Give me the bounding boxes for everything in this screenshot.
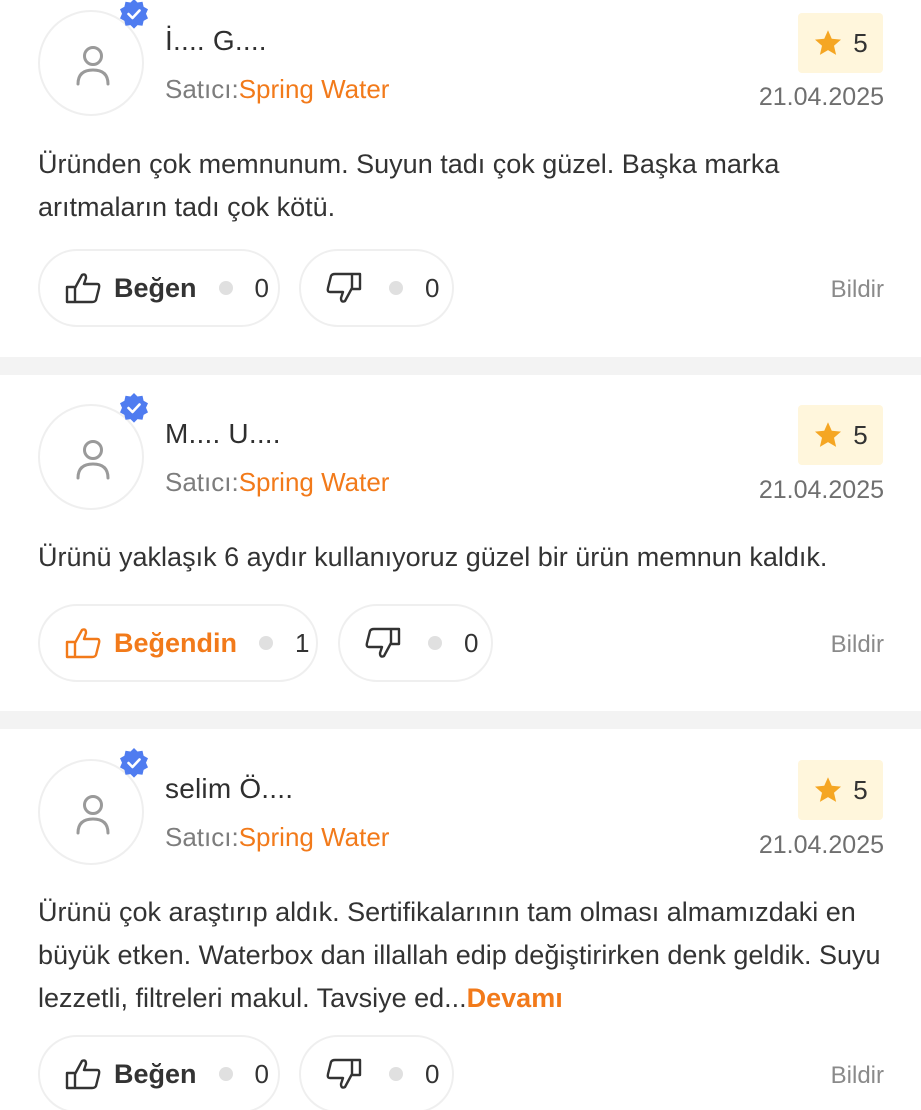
like-count: 1 xyxy=(295,627,310,658)
avatar xyxy=(38,0,148,116)
report-link[interactable]: Bildir xyxy=(831,1062,884,1090)
separator-dot xyxy=(389,281,403,295)
person-icon xyxy=(76,46,110,86)
dislike-button[interactable]: 0 xyxy=(299,1035,454,1110)
report-link[interactable]: Bildir xyxy=(831,631,884,659)
seller-name-link[interactable]: Spring Water xyxy=(239,74,390,104)
review-comment: Ürünü çok araştırıp aldık. Sertifikaları… xyxy=(38,891,888,1020)
person-icon xyxy=(76,440,110,480)
dislike-button[interactable]: 0 xyxy=(299,249,454,327)
username: İ.... G.... xyxy=(165,25,267,56)
seller-info: Satıcı:Spring Water xyxy=(165,822,389,853)
seller-name-link[interactable]: Spring Water xyxy=(239,822,390,852)
seller-prefix: Satıcı: xyxy=(165,822,239,852)
avatar xyxy=(38,393,148,510)
thumbs-up-icon xyxy=(65,273,101,304)
verified-badge-icon xyxy=(120,748,148,778)
rating-value: 5 xyxy=(853,774,868,805)
dislike-count: 0 xyxy=(425,1058,440,1089)
person-icon xyxy=(76,795,110,835)
like-button[interactable]: Beğendin 1 xyxy=(38,604,318,682)
seller-info: Satıcı:Spring Water xyxy=(165,74,389,105)
verified-badge-icon xyxy=(120,393,148,423)
seller-prefix: Satıcı: xyxy=(165,467,239,497)
thumbs-down-icon xyxy=(326,1058,362,1089)
separator-dot xyxy=(389,1067,403,1081)
separator-dot xyxy=(428,636,442,650)
section-divider xyxy=(0,711,921,729)
review-card: selim Ö.... Satıcı:Spring Water 5 21.04.… xyxy=(0,729,921,1110)
comment-text: Ürünü yaklaşık 6 aydır kullanıyoruz güze… xyxy=(38,542,828,572)
comment-text: Üründen çok memnunum. Suyun tadı çok güz… xyxy=(38,149,780,222)
review-comment: Ürünü yaklaşık 6 aydır kullanıyoruz güze… xyxy=(38,536,888,579)
rating-badge: 5 xyxy=(798,13,883,73)
like-label: Beğendin xyxy=(114,627,238,658)
separator-dot xyxy=(218,281,233,295)
dislike-button[interactable]: 0 xyxy=(338,604,493,682)
rating-badge: 5 xyxy=(798,405,883,465)
like-count: 0 xyxy=(254,1058,269,1089)
like-button[interactable]: Beğen 0 xyxy=(38,249,280,327)
seller-info: Satıcı:Spring Water xyxy=(165,467,389,498)
star-icon xyxy=(815,777,842,802)
thumbs-up-icon xyxy=(65,1059,101,1090)
thumbs-down-icon xyxy=(365,627,401,658)
separator-dot xyxy=(218,1067,233,1081)
dislike-count: 0 xyxy=(425,272,440,303)
like-count: 0 xyxy=(254,272,269,303)
star-icon xyxy=(815,422,842,447)
rating-value: 5 xyxy=(853,419,868,450)
verified-badge-icon xyxy=(120,0,148,29)
review-card: M.... U.... Satıcı:Spring Water 5 21.04.… xyxy=(0,375,921,711)
review-comment: Üründen çok memnunum. Suyun tadı çok güz… xyxy=(38,143,888,229)
section-divider xyxy=(0,357,921,375)
like-button[interactable]: Beğen 0 xyxy=(38,1035,280,1110)
dislike-count: 0 xyxy=(464,627,479,658)
comment-text: Ürünü çok araştırıp aldık. Sertifikaları… xyxy=(38,897,881,1013)
review-date: 21.04.2025 xyxy=(758,476,884,504)
report-link[interactable]: Bildir xyxy=(831,276,884,304)
seller-name-link[interactable]: Spring Water xyxy=(239,467,390,497)
thumbs-up-icon xyxy=(65,628,101,659)
thumbs-down-icon xyxy=(326,272,362,303)
rating-value: 5 xyxy=(853,27,868,58)
review-date: 21.04.2025 xyxy=(758,83,884,111)
username: selim Ö.... xyxy=(165,773,294,804)
avatar xyxy=(38,748,148,865)
review-card: İ.... G.... Satıcı:Spring Water 5 21.04.… xyxy=(0,0,921,356)
username: M.... U.... xyxy=(165,418,281,449)
star-icon xyxy=(815,30,842,55)
separator-dot xyxy=(259,636,274,650)
seller-prefix: Satıcı: xyxy=(165,74,239,104)
like-label: Beğen xyxy=(114,1058,197,1089)
like-label: Beğen xyxy=(114,272,197,303)
rating-badge: 5 xyxy=(798,760,883,820)
read-more-link[interactable]: Devamı xyxy=(467,983,563,1013)
review-date: 21.04.2025 xyxy=(758,831,884,859)
